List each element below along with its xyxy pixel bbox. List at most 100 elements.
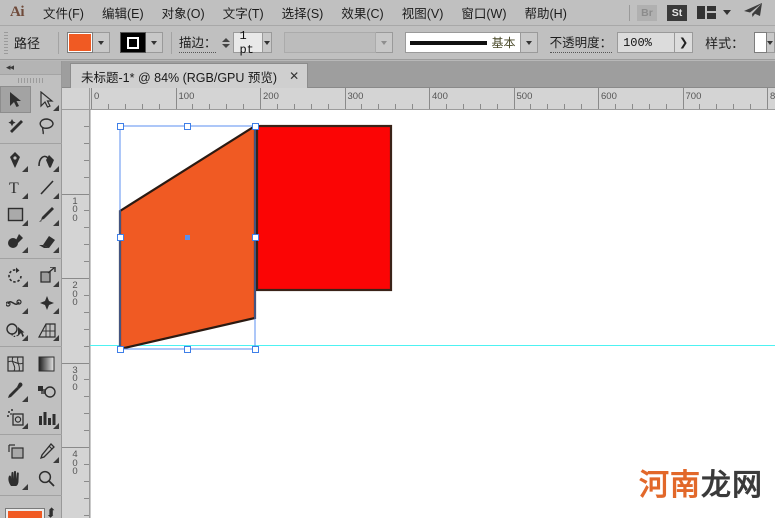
brush-definition-preview[interactable]: 基本	[404, 32, 521, 53]
brush-dropdown-button[interactable]	[520, 32, 538, 53]
stroke-weight-dropdown[interactable]	[263, 32, 272, 53]
stroke-weight-input[interactable]: 1 pt	[233, 29, 264, 57]
mesh-tool[interactable]	[0, 350, 31, 377]
selection-tool[interactable]	[0, 86, 31, 113]
ruler-tick-minor	[141, 104, 143, 109]
ruler-tick-minor	[733, 104, 735, 109]
eraser-tool[interactable]	[31, 228, 62, 255]
column-graph-tool[interactable]	[31, 404, 62, 431]
eyedropper-tool[interactable]	[0, 377, 31, 404]
menu-object[interactable]: 对象(O)	[153, 0, 214, 26]
ruler-tick-minor	[84, 463, 89, 465]
tools-panel-grip[interactable]	[0, 75, 61, 86]
stock-icon[interactable]: St	[667, 4, 687, 21]
paper-plane-icon[interactable]	[743, 2, 763, 23]
control-bar-grip[interactable]	[4, 31, 9, 54]
swap-fill-stroke-icon[interactable]	[44, 507, 58, 518]
perspective-grid-tool[interactable]	[31, 316, 62, 343]
menu-window[interactable]: 窗口(W)	[452, 0, 515, 26]
variable-width-dropdown[interactable]	[375, 32, 393, 53]
menu-effect[interactable]: 效果(C)	[332, 0, 392, 26]
rotate-tool[interactable]	[0, 262, 31, 289]
selection-handle-mr[interactable]	[251, 234, 259, 241]
tool-divider-2	[0, 258, 62, 259]
symbol-sprayer-tool[interactable]	[0, 404, 31, 431]
stepper-up-icon[interactable]	[222, 37, 231, 42]
toolbar-fill-swatch[interactable]	[5, 508, 45, 518]
selection-handle-tl[interactable]	[116, 122, 124, 130]
menu-file[interactable]: 文件(F)	[34, 0, 93, 26]
variable-width-control[interactable]	[283, 32, 393, 53]
selection-handle-bm[interactable]	[184, 345, 191, 353]
opacity-input[interactable]: 100%	[617, 32, 676, 53]
hand-tool[interactable]	[0, 465, 31, 492]
selection-handle-tm[interactable]	[184, 122, 191, 130]
fill-control[interactable]	[66, 32, 110, 53]
opacity-label[interactable]: 不透明度：	[549, 32, 613, 53]
selection-handle-br[interactable]	[251, 345, 259, 353]
type-tool[interactable]: T	[0, 174, 31, 201]
menu-type[interactable]: 文字(T)	[214, 0, 273, 26]
collapse-panel-button[interactable]: ◂◂	[0, 61, 61, 75]
ruler-tick-major	[598, 88, 599, 109]
fill-dropdown-button[interactable]	[92, 32, 110, 53]
bridge-icon[interactable]: Br	[637, 4, 657, 21]
rectangle-tool[interactable]	[0, 201, 31, 228]
menu-edit[interactable]: 编辑(E)	[93, 0, 153, 26]
blend-tool[interactable]	[31, 377, 62, 404]
paintbrush-tool[interactable]	[31, 201, 62, 228]
menu-select[interactable]: 选择(S)	[273, 0, 333, 26]
arrange-documents-icon[interactable]	[697, 6, 731, 19]
scale-tool[interactable]	[31, 262, 62, 289]
horizontal-ruler[interactable]: 0 100 200 300 400 500 600 700 800	[90, 88, 775, 110]
stroke-control[interactable]	[119, 32, 163, 53]
pen-tool[interactable]	[0, 147, 31, 174]
selection-handle-tr[interactable]	[251, 122, 259, 130]
ruler-label: 1 0 0	[72, 195, 78, 224]
graphic-style-swatch[interactable]	[754, 32, 767, 53]
flyout-indicator	[53, 220, 59, 226]
ruler-tick-minor	[84, 396, 89, 398]
gradient-tool[interactable]	[31, 350, 62, 377]
stroke-weight-label[interactable]: 描边：	[178, 32, 217, 53]
brush-definition-control[interactable]: 基本	[404, 32, 538, 53]
menu-view[interactable]: 视图(V)	[393, 0, 453, 26]
shaper-tool[interactable]	[0, 228, 31, 255]
stroke-swatch[interactable]	[119, 32, 146, 53]
ruler-tick-minor	[699, 104, 701, 109]
selection-handle-bl[interactable]	[116, 345, 124, 353]
artboard-tool[interactable]	[0, 438, 31, 465]
ruler-tick-major	[429, 88, 430, 109]
ruler-tick-major	[62, 278, 89, 279]
magic-wand-tool[interactable]	[0, 113, 31, 140]
stepper-down-icon[interactable]	[222, 43, 231, 48]
opacity-expand-button[interactable]: ❯	[675, 32, 694, 53]
width-tool[interactable]	[0, 289, 31, 316]
ruler-tick-minor	[84, 125, 89, 127]
ruler-origin-corner[interactable]	[62, 88, 90, 110]
line-segment-tool[interactable]	[31, 174, 62, 201]
stroke-weight-stepper[interactable]	[222, 37, 231, 48]
ruler-tick-minor	[412, 104, 414, 109]
menu-help[interactable]: 帮助(H)	[516, 0, 576, 26]
direct-selection-tool[interactable]	[31, 86, 62, 113]
close-icon[interactable]: ✕	[289, 69, 299, 83]
curvature-tool[interactable]	[31, 147, 62, 174]
style-dropdown-button[interactable]	[766, 32, 775, 53]
lasso-tool[interactable]	[31, 113, 62, 140]
document-tab[interactable]: 未标题-1* @ 84% (RGB/GPU 预览) ✕	[70, 63, 309, 88]
fill-swatch[interactable]	[66, 32, 93, 53]
slice-tool[interactable]	[31, 438, 62, 465]
variable-width-input[interactable]	[283, 32, 376, 53]
stroke-dropdown-button[interactable]	[145, 32, 163, 53]
ruler-tick-minor	[378, 104, 380, 109]
selection-handle-ml[interactable]	[116, 234, 124, 241]
opacity-control[interactable]: 100% ❯	[617, 32, 694, 53]
zoom-tool[interactable]	[31, 465, 62, 492]
ruler-tick-minor	[716, 104, 718, 109]
vertical-ruler[interactable]: 1 0 02 0 03 0 04 0 05 0 0	[62, 110, 90, 518]
shape-builder-tool[interactable]	[0, 316, 31, 343]
artboard-canvas[interactable]: 河南龙网	[90, 110, 775, 518]
ruler-tick-minor	[327, 104, 329, 109]
free-transform-tool[interactable]	[31, 289, 62, 316]
